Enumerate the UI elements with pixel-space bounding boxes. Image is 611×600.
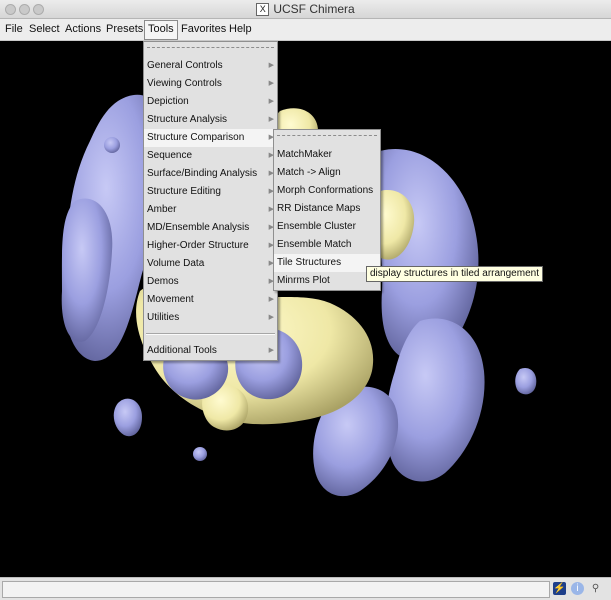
menu-item-depiction[interactable]: Depiction ▶ xyxy=(144,93,277,111)
menu-item-matchmaker[interactable]: MatchMaker xyxy=(274,146,380,164)
menu-item-movement[interactable]: Movement ▶ xyxy=(144,291,277,309)
submenu-arrow-icon: ▶ xyxy=(268,62,274,69)
bolt-icon[interactable]: ⚡ xyxy=(553,582,566,595)
tearoff-line[interactable] xyxy=(277,135,377,136)
menu-item-demos[interactable]: Demos ▶ xyxy=(144,273,277,291)
menu-separator xyxy=(146,333,275,335)
magnifier-icon[interactable]: ⚲ xyxy=(589,582,602,595)
menu-actions[interactable]: Actions xyxy=(64,22,102,38)
tools-menu: General Controls ▶ Viewing Controls ▶ Depi… xyxy=(143,41,278,361)
menu-item-structure-comparison[interactable]: Structure Comparison ▶ xyxy=(144,129,277,147)
menu-item-viewing-controls[interactable]: Viewing Controls ▶ xyxy=(144,75,277,93)
menu-tools[interactable]: Tools xyxy=(144,20,178,40)
menu-item-structure-analysis[interactable]: Structure Analysis ▶ xyxy=(144,111,277,129)
status-bar: ⚡ i ⚲ xyxy=(0,577,611,600)
submenu-arrow-icon: ▶ xyxy=(268,314,274,321)
menu-item-amber[interactable]: Amber ▶ xyxy=(144,201,277,219)
menu-item-ensemble-match[interactable]: Ensemble Match xyxy=(274,236,380,254)
menu-favorites[interactable]: Favorites xyxy=(180,22,227,38)
menu-item-rr-distance-maps[interactable]: RR Distance Maps xyxy=(274,200,380,218)
info-icon[interactable]: i xyxy=(571,582,584,595)
structure-comparison-submenu: MatchMaker Match -> Align Morph Conforma… xyxy=(273,129,381,291)
menu-file[interactable]: File xyxy=(4,22,24,38)
menu-item-general-controls[interactable]: General Controls ▶ xyxy=(144,57,277,75)
tearoff-line[interactable] xyxy=(147,47,274,48)
menu-presets[interactable]: Presets xyxy=(105,22,144,38)
submenu-arrow-icon: ▶ xyxy=(268,347,274,354)
submenu-arrow-icon: ▶ xyxy=(268,296,274,303)
menu-item-minrms-plot[interactable]: Minrms Plot xyxy=(274,272,380,290)
menu-item-sequence[interactable]: Sequence ▶ xyxy=(144,147,277,165)
window-title: UCSF Chimera xyxy=(273,2,355,16)
menu-item-morph-conformations[interactable]: Morph Conformations xyxy=(274,182,380,200)
molecular-surface-render xyxy=(61,94,537,497)
menu-item-additional-tools[interactable]: Additional Tools ▶ xyxy=(144,342,277,360)
submenu-arrow-icon: ▶ xyxy=(268,80,274,87)
menu-item-match-align[interactable]: Match -> Align xyxy=(274,164,380,182)
tooltip: display structures in tiled arrangement xyxy=(366,266,543,282)
x11-icon: X xyxy=(256,3,270,17)
menu-bar: File Select Actions Presets Tools Favori… xyxy=(0,19,611,41)
graphics-viewport[interactable] xyxy=(0,41,611,577)
menu-item-structure-editing[interactable]: Structure Editing ▶ xyxy=(144,183,277,201)
menu-help[interactable]: Help xyxy=(228,22,253,38)
menu-item-ensemble-cluster[interactable]: Ensemble Cluster xyxy=(274,218,380,236)
menu-item-higher-order-structure[interactable]: Higher-Order Structure ▶ xyxy=(144,237,277,255)
submenu-arrow-icon: ▶ xyxy=(268,116,274,123)
menu-select[interactable]: Select xyxy=(28,22,61,38)
menu-item-surface-binding-analysis[interactable]: Surface/Binding Analysis ▶ xyxy=(144,165,277,183)
menu-item-utilities[interactable]: Utilities ▶ xyxy=(144,309,277,327)
status-message-field xyxy=(2,581,550,598)
submenu-arrow-icon: ▶ xyxy=(268,98,274,105)
title-bar: X UCSF Chimera xyxy=(0,0,611,19)
menu-item-volume-data[interactable]: Volume Data ▶ xyxy=(144,255,277,273)
menu-item-tile-structures[interactable]: Tile Structures xyxy=(274,254,380,272)
menu-item-md-ensemble-analysis[interactable]: MD/Ensemble Analysis ▶ xyxy=(144,219,277,237)
